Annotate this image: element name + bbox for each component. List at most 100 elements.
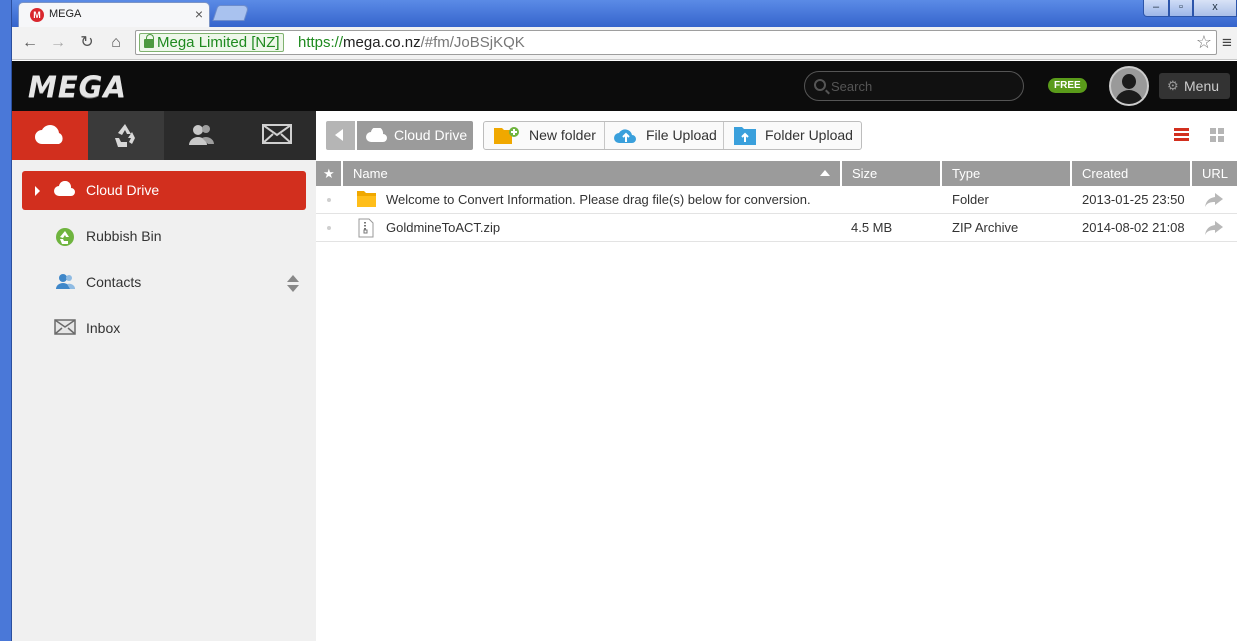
grid-view-cell bbox=[1218, 136, 1224, 142]
file-created: 2014-08-02 21:08 bbox=[1082, 220, 1185, 235]
search-input[interactable] bbox=[831, 77, 1011, 95]
column-header-label: Name bbox=[353, 166, 388, 181]
table-header: ★ Name Size Type Created URL bbox=[316, 161, 1237, 186]
file-size: 4.5 MB bbox=[851, 220, 893, 235]
new-folder-label: New folder bbox=[529, 127, 596, 143]
new-folder-button[interactable]: New folder bbox=[484, 122, 605, 149]
sidebar-tab-rubbish-bin[interactable] bbox=[88, 111, 164, 160]
window-minimize-button[interactable]: – bbox=[1143, 0, 1169, 17]
url-scheme: https:// bbox=[298, 34, 344, 51]
favourite-toggle[interactable] bbox=[327, 198, 331, 202]
folder-upload-icon bbox=[734, 127, 756, 145]
search-icon bbox=[814, 79, 826, 91]
sort-ascending-icon bbox=[820, 170, 830, 176]
file-manager-toolbar: Cloud Drive New folder File Upload Folde… bbox=[316, 111, 1237, 161]
window-close-button[interactable]: x bbox=[1193, 0, 1237, 17]
bookmark-star-icon[interactable]: ☆ bbox=[1196, 32, 1212, 53]
forward-arrow-icon[interactable]: → bbox=[48, 32, 68, 54]
avatar-head-shape bbox=[1122, 74, 1136, 89]
sidebar-item-inbox[interactable]: Inbox bbox=[22, 309, 306, 348]
envelope-icon bbox=[262, 124, 292, 144]
grid-view-icon[interactable] bbox=[1210, 128, 1225, 143]
reload-icon[interactable]: ↻ bbox=[77, 32, 97, 54]
new-tab-button[interactable] bbox=[212, 5, 250, 21]
contacts-icon bbox=[189, 125, 214, 145]
menu-label: Menu bbox=[1184, 78, 1220, 94]
column-header-created[interactable]: Created bbox=[1072, 161, 1192, 186]
sidebar-tab-cloud-drive[interactable] bbox=[12, 111, 88, 160]
address-bar[interactable]: Mega Limited [NZ] https://mega.co.nz/#fm… bbox=[135, 30, 1217, 55]
avatar-body-shape bbox=[1115, 90, 1143, 104]
sidebar-tabs bbox=[12, 111, 316, 160]
file-name: GoldmineToACT.zip bbox=[386, 220, 501, 235]
sidebar: Cloud Drive Rubbish Bin Contacts Inbox bbox=[12, 111, 316, 641]
recycle-icon bbox=[115, 124, 135, 147]
cloud-upload-icon bbox=[614, 129, 636, 143]
sidebar-tab-contacts[interactable] bbox=[164, 111, 240, 160]
expand-caret-icon[interactable] bbox=[35, 186, 40, 196]
file-created: 2013-01-25 23:50 bbox=[1082, 192, 1185, 207]
mega-logo[interactable]: MEGA bbox=[28, 70, 127, 104]
file-name: Welcome to Convert Information. Please d… bbox=[386, 192, 811, 207]
recycle-icon bbox=[56, 228, 74, 246]
grid-view-cell bbox=[1210, 136, 1216, 142]
ev-certificate-label: Mega Limited [NZ] bbox=[157, 34, 280, 51]
column-header-size[interactable]: Size bbox=[842, 161, 942, 186]
avatar[interactable] bbox=[1109, 66, 1149, 106]
cloud-icon bbox=[54, 181, 75, 196]
menu-button[interactable]: ⚙ Menu bbox=[1159, 73, 1230, 99]
account-plan-badge[interactable]: FREE bbox=[1048, 78, 1087, 93]
sidebar-item-rubbish-bin[interactable]: Rubbish Bin bbox=[22, 217, 306, 256]
gear-icon: ⚙ bbox=[1167, 78, 1179, 93]
cloud-icon bbox=[366, 128, 387, 142]
breadcrumb-label: Cloud Drive bbox=[394, 127, 468, 143]
favourite-toggle[interactable] bbox=[327, 226, 331, 230]
list-view-bar bbox=[1174, 133, 1189, 136]
sidebar-tab-inbox[interactable] bbox=[240, 111, 316, 160]
cloud-icon bbox=[35, 125, 63, 144]
browser-toolbar: ← → ↻ ⌂ Mega Limited [NZ] https://mega.c… bbox=[12, 27, 1237, 60]
browser-tab[interactable]: M MEGA × bbox=[18, 2, 210, 27]
browser-menu-icon[interactable]: ≡ bbox=[1217, 32, 1237, 54]
search-box[interactable] bbox=[804, 71, 1024, 101]
file-type: ZIP Archive bbox=[952, 220, 1019, 235]
breadcrumb[interactable]: Cloud Drive bbox=[357, 121, 473, 150]
folder-icon bbox=[357, 191, 376, 207]
window-left-border bbox=[0, 0, 12, 641]
share-arrow-icon[interactable] bbox=[1204, 192, 1224, 208]
list-view-icon[interactable] bbox=[1174, 128, 1189, 142]
file-type: Folder bbox=[952, 192, 989, 207]
file-upload-button[interactable]: File Upload bbox=[605, 122, 724, 149]
grid-view-cell bbox=[1210, 128, 1216, 134]
sort-arrows-icon[interactable] bbox=[287, 275, 299, 293]
column-header-favourite[interactable]: ★ bbox=[316, 161, 343, 186]
ev-certificate-badge[interactable]: Mega Limited [NZ] bbox=[139, 33, 284, 52]
window-maximize-button[interactable]: ▫ bbox=[1169, 0, 1193, 17]
column-header-name[interactable]: Name bbox=[343, 161, 842, 186]
back-navigation-button[interactable] bbox=[326, 121, 355, 150]
list-view-bar bbox=[1174, 138, 1189, 141]
table-row[interactable]: Welcome to Convert Information. Please d… bbox=[316, 186, 1237, 214]
column-header-type[interactable]: Type bbox=[942, 161, 1072, 186]
sidebar-item-label: Rubbish Bin bbox=[86, 228, 162, 244]
folder-upload-button[interactable]: Folder Upload bbox=[724, 122, 862, 149]
new-folder-icon bbox=[494, 127, 519, 144]
mega-header: MEGA FREE ⚙ Menu bbox=[12, 61, 1237, 111]
folder-upload-label: Folder Upload bbox=[765, 127, 853, 143]
sidebar-item-cloud-drive[interactable]: Cloud Drive bbox=[22, 171, 306, 210]
share-arrow-icon[interactable] bbox=[1204, 220, 1224, 236]
column-header-url[interactable]: URL bbox=[1192, 161, 1237, 186]
envelope-icon bbox=[54, 319, 76, 335]
file-upload-label: File Upload bbox=[646, 127, 717, 143]
url-host: mega.co.nz bbox=[343, 34, 421, 51]
action-button-group: New folder File Upload Folder Upload bbox=[483, 121, 862, 150]
home-icon[interactable]: ⌂ bbox=[106, 32, 126, 54]
tab-close-icon[interactable]: × bbox=[195, 6, 203, 22]
sidebar-item-contacts[interactable]: Contacts bbox=[22, 263, 306, 302]
contacts-icon bbox=[56, 274, 76, 289]
list-view-bar bbox=[1174, 128, 1189, 131]
back-arrow-icon[interactable]: ← bbox=[20, 32, 40, 54]
file-drop-area[interactable] bbox=[316, 242, 1237, 641]
table-row[interactable]: GoldmineToACT.zip 4.5 MB ZIP Archive 201… bbox=[316, 214, 1237, 242]
url-text[interactable]: https://mega.co.nz/#fm/JoBSjKQK bbox=[298, 34, 525, 51]
